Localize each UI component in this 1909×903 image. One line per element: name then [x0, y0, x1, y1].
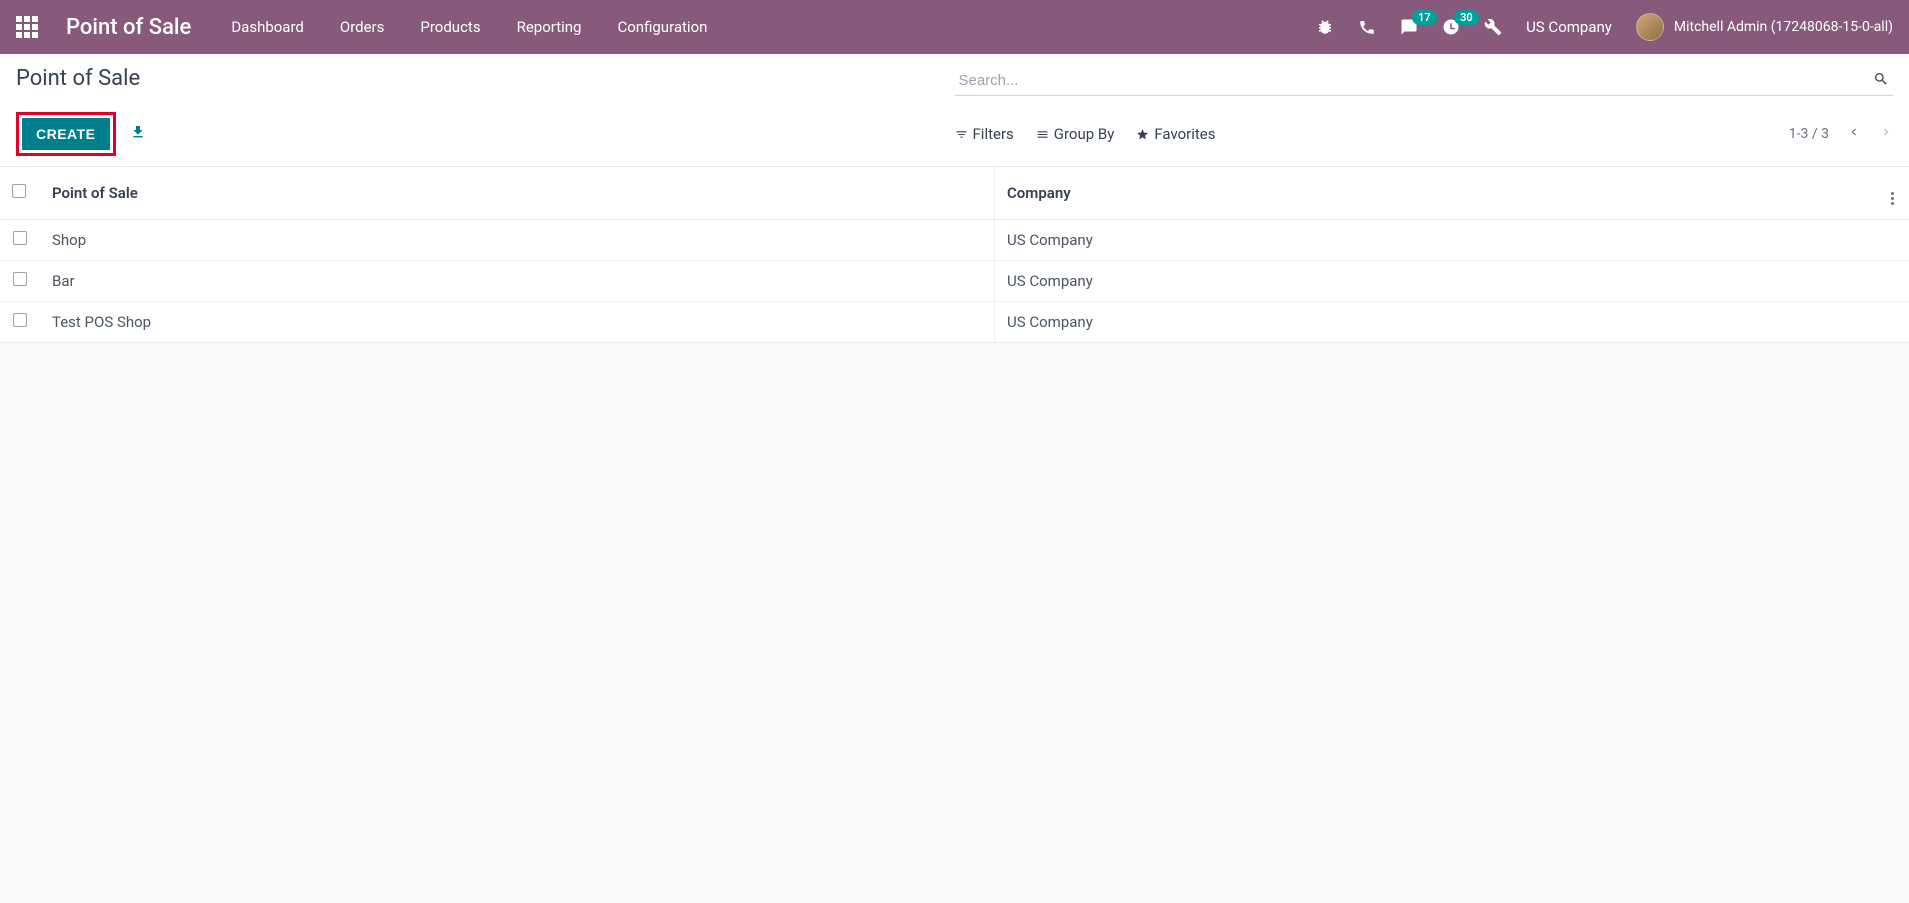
columns-menu-icon[interactable]	[1891, 192, 1894, 205]
cell-name: Shop	[40, 220, 995, 261]
pager-prev[interactable]	[1847, 125, 1861, 143]
user-name: Mitchell Admin (17248068-15-0-all)	[1674, 19, 1893, 35]
nav-products[interactable]: Products	[420, 18, 480, 36]
nav-reporting[interactable]: Reporting	[517, 18, 582, 36]
phone-icon[interactable]	[1358, 18, 1376, 36]
search-icon[interactable]	[1873, 71, 1889, 91]
nav-orders[interactable]: Orders	[340, 18, 385, 36]
cell-name: Bar	[40, 261, 995, 302]
search-bar	[955, 66, 1894, 96]
nav-menu: Dashboard Orders Products Reporting Conf…	[231, 18, 707, 36]
filters-label: Filters	[973, 125, 1014, 143]
debug-icon[interactable]	[1316, 18, 1334, 36]
row-checkbox[interactable]	[13, 313, 27, 327]
nav-dashboard[interactable]: Dashboard	[231, 18, 304, 36]
table-row[interactable]: Shop US Company	[0, 220, 1909, 261]
favorites-label: Favorites	[1154, 125, 1215, 143]
groupby-dropdown[interactable]: Group By	[1036, 125, 1115, 143]
cell-company: US Company	[995, 220, 1880, 261]
row-checkbox[interactable]	[13, 272, 27, 286]
messages-icon[interactable]: 17	[1400, 18, 1418, 36]
row-checkbox[interactable]	[13, 231, 27, 245]
list-table: Point of Sale Company Shop US Company Ba…	[0, 167, 1909, 343]
messages-badge: 17	[1412, 10, 1437, 25]
company-switcher[interactable]: US Company	[1526, 18, 1612, 36]
table-row[interactable]: Bar US Company	[0, 261, 1909, 302]
cell-name: Test POS Shop	[40, 302, 995, 343]
create-button-highlight: CREATE	[16, 112, 116, 156]
control-panel: Point of Sale CREATE Filters	[0, 54, 1909, 167]
select-all-checkbox[interactable]	[12, 184, 26, 198]
favorites-dropdown[interactable]: Favorites	[1136, 125, 1215, 143]
nav-configuration[interactable]: Configuration	[617, 18, 707, 36]
apps-icon[interactable]	[16, 16, 38, 38]
user-menu[interactable]: Mitchell Admin (17248068-15-0-all)	[1636, 13, 1893, 41]
search-input[interactable]	[955, 66, 1894, 95]
activities-badge: 30	[1454, 10, 1479, 25]
activities-icon[interactable]: 30	[1442, 18, 1460, 36]
avatar	[1636, 13, 1664, 41]
col-header-company[interactable]: Company	[995, 167, 1880, 220]
pager-next[interactable]	[1879, 125, 1893, 143]
app-brand[interactable]: Point of Sale	[66, 15, 191, 40]
export-icon[interactable]	[130, 124, 146, 144]
cell-company: US Company	[995, 302, 1880, 343]
top-navbar: Point of Sale Dashboard Orders Products …	[0, 0, 1909, 54]
filters-dropdown[interactable]: Filters	[955, 125, 1014, 143]
col-header-name[interactable]: Point of Sale	[40, 167, 995, 220]
tools-icon[interactable]	[1484, 18, 1502, 36]
page-title: Point of Sale	[16, 66, 140, 91]
pager-text[interactable]: 1-3 / 3	[1789, 126, 1829, 142]
table-row[interactable]: Test POS Shop US Company	[0, 302, 1909, 343]
cell-company: US Company	[995, 261, 1880, 302]
create-button[interactable]: CREATE	[22, 118, 110, 150]
groupby-label: Group By	[1054, 125, 1115, 143]
